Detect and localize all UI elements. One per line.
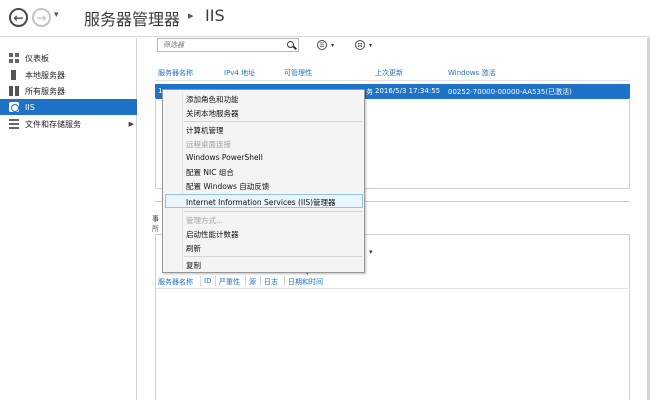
sidebar-item-label: IIS <box>25 102 35 112</box>
breadcrumb-root[interactable]: 服务器管理器 <box>84 6 180 30</box>
forward-button[interactable]: → <box>32 8 51 27</box>
menu-item-start-perf-counters[interactable]: 启动性能计数器 <box>186 229 239 240</box>
row-manageability: 务 <box>366 88 373 96</box>
events-filter-dropdown-icon[interactable]: ▾ <box>369 248 373 256</box>
back-arrow-icon: ← <box>13 10 24 25</box>
column-header-server-name[interactable]: 服务器名称 <box>158 68 193 78</box>
menu-item-computer-management[interactable]: 计算机管理 <box>186 125 224 136</box>
file-storage-icon <box>9 119 19 129</box>
sidebar-item-label: 文件和存储服务 <box>25 119 81 129</box>
column-divider <box>284 276 285 286</box>
menu-icon-gutter <box>182 92 183 270</box>
breadcrumb-separator-icon: ▸ <box>188 9 194 22</box>
servers-icon <box>9 86 19 96</box>
row-last-update: 2016/5/3 17:34:55 <box>375 87 441 95</box>
column-divider <box>215 276 216 286</box>
column-header-ipv4[interactable]: IPv4 地址 <box>224 68 255 78</box>
context-menu: 添加角色和功能 关闭本地服务器 计算机管理 远程桌面连接 Windows Pow… <box>162 89 365 273</box>
events-header-divider <box>156 288 628 289</box>
forward-arrow-icon: → <box>36 10 47 25</box>
column-header-manageability[interactable]: 可管理性 <box>284 68 312 78</box>
menu-item-iis-manager[interactable]: Internet Information Services (IIS)管理器 <box>186 197 336 208</box>
sidebar: 仪表板 本地服务器 所有服务器 IIS 文件和存储服务 ▶ <box>0 38 137 400</box>
expand-arrow-icon[interactable]: ▶ <box>129 120 134 128</box>
save-query-button[interactable]: ⊟ ▾ <box>355 39 372 51</box>
menu-separator <box>184 121 362 122</box>
chevron-down-icon: ▾ <box>331 41 335 49</box>
sidebar-item-label: 仪表板 <box>25 53 49 63</box>
menu-item-nic-teaming[interactable]: 配置 NIC 组合 <box>186 167 234 178</box>
menu-separator <box>184 256 362 257</box>
server-icon <box>11 70 16 80</box>
dashboard-icon <box>9 53 19 63</box>
sidebar-item-iis[interactable]: IIS <box>0 99 137 115</box>
row-activation: 00252-70000-00000-AA535(已激活) <box>448 88 572 96</box>
sidebar-item-file-storage[interactable]: 文件和存储服务 ▶ <box>0 116 137 132</box>
list-icon: ☰ <box>317 40 327 50</box>
title-bar: ← → ▾ 服务器管理器 ▸ IIS <box>0 0 650 37</box>
menu-item-manage-as: 管理方式... <box>186 216 224 225</box>
column-header-activation[interactable]: Windows 激活 <box>448 68 495 78</box>
menu-item-copy[interactable]: 复制 <box>186 260 201 271</box>
column-divider <box>200 276 201 286</box>
event-header-severity[interactable]: 严重性 <box>219 277 240 287</box>
event-header-source[interactable]: 源 <box>249 277 256 287</box>
breadcrumb-current: IIS <box>205 6 225 25</box>
column-divider <box>260 276 261 286</box>
events-subtitle: 所 <box>152 225 159 233</box>
sidebar-item-label: 本地服务器 <box>25 70 65 80</box>
filter-input[interactable] <box>158 39 278 51</box>
menu-item-refresh[interactable]: 刷新 <box>186 243 201 254</box>
filter-box <box>157 38 299 52</box>
menu-item-remote-desktop: 远程桌面连接 <box>186 140 231 149</box>
column-header-last-update[interactable]: 上次更新 <box>375 68 403 78</box>
events-title: 事 <box>152 215 159 223</box>
sidebar-item-dashboard[interactable]: 仪表板 <box>0 50 137 66</box>
history-dropdown-icon[interactable]: ▾ <box>54 10 59 20</box>
menu-item-add-roles[interactable]: 添加角色和功能 <box>186 94 239 105</box>
chevron-down-icon: ▾ <box>369 41 373 49</box>
sidebar-item-local-server[interactable]: 本地服务器 <box>0 67 137 83</box>
column-divider <box>245 276 246 286</box>
list-view-button[interactable]: ☰ ▾ <box>317 39 334 51</box>
event-header-log[interactable]: 日志 <box>264 277 278 287</box>
back-button[interactable]: ← <box>9 8 28 27</box>
event-header-datetime[interactable]: 日期和时间 <box>288 277 323 287</box>
menu-separator <box>184 211 362 212</box>
event-header-server-name[interactable]: 服务器名称 <box>158 277 193 287</box>
search-icon[interactable] <box>287 41 294 48</box>
sidebar-item-label: 所有服务器 <box>25 86 65 96</box>
menu-item-auto-feedback[interactable]: 配置 Windows 自动反馈 <box>186 181 269 192</box>
header-divider <box>155 80 630 81</box>
iis-icon <box>9 102 19 112</box>
sidebar-item-all-servers[interactable]: 所有服务器 <box>0 83 137 99</box>
save-icon: ⊟ <box>355 40 365 50</box>
menu-item-powershell[interactable]: Windows PowerShell <box>186 153 263 162</box>
menu-item-shutdown-local[interactable]: 关闭本地服务器 <box>186 108 239 119</box>
event-header-id[interactable]: ID <box>204 277 211 285</box>
